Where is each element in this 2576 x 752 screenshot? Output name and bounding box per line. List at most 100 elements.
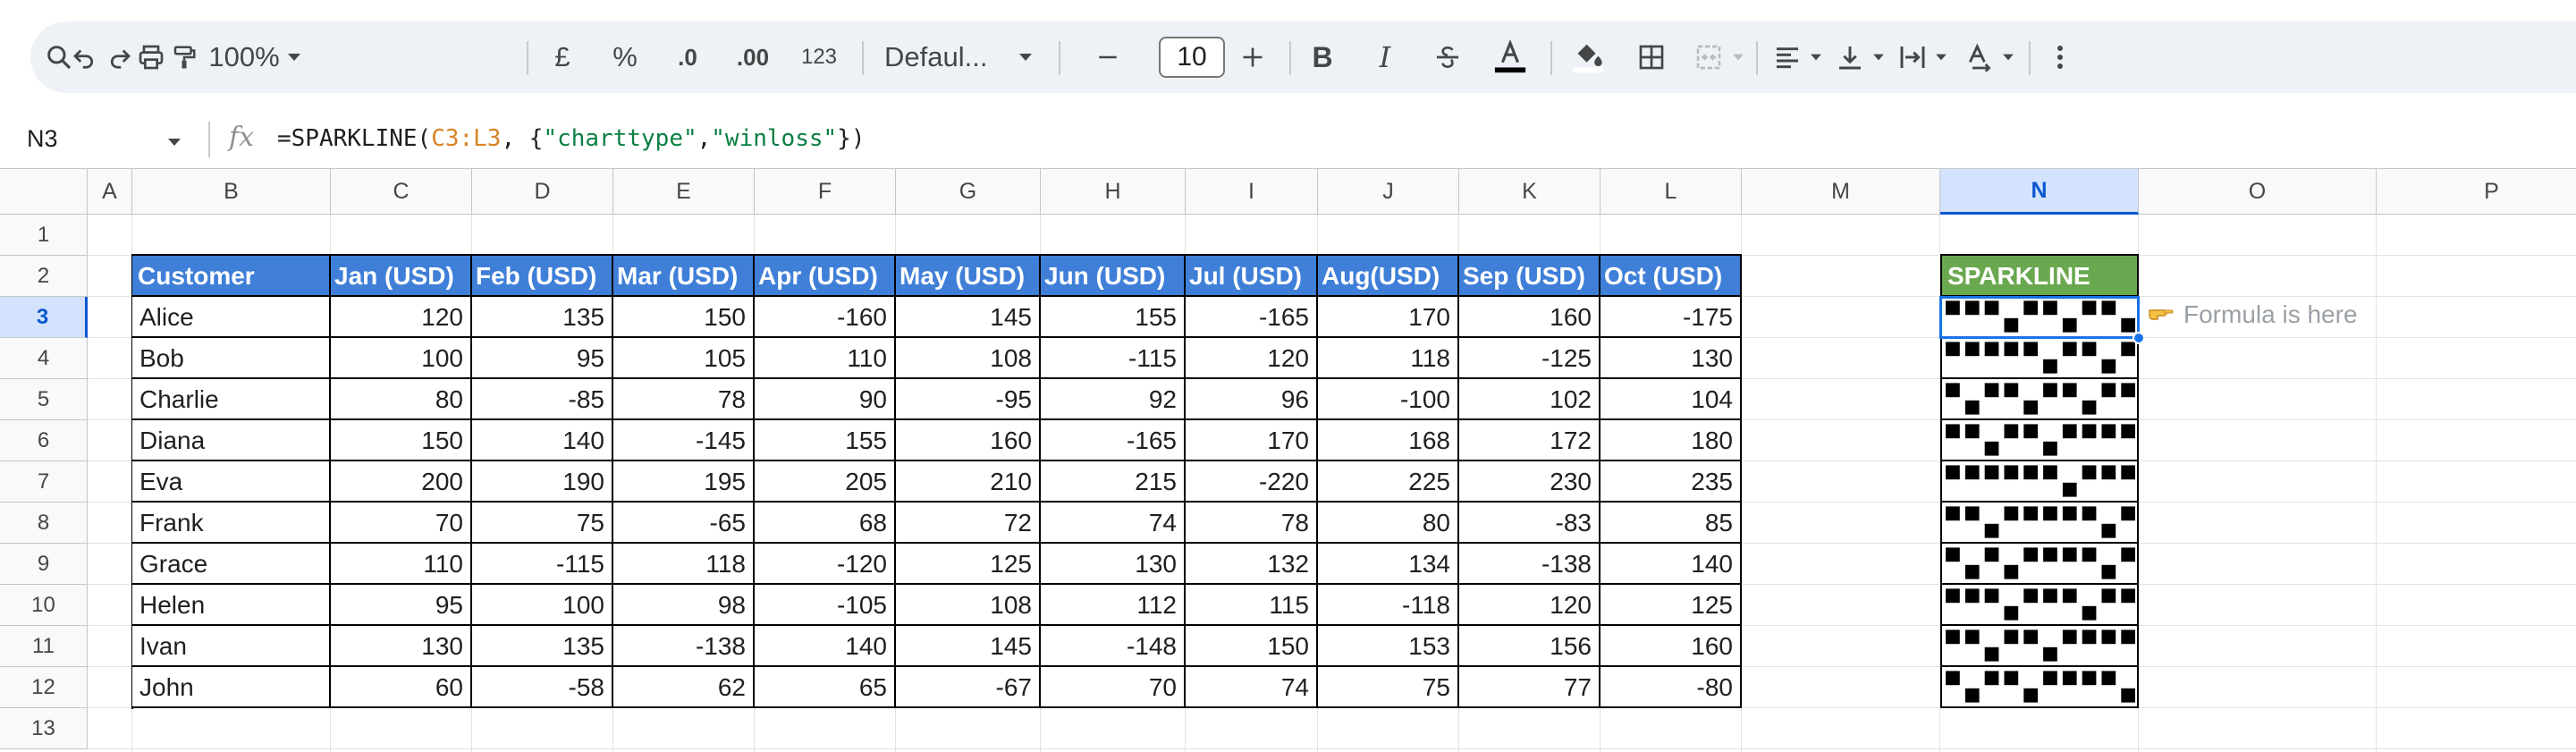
value-cell[interactable]: 160 <box>1600 626 1742 667</box>
row-header-5[interactable]: 5 <box>0 379 88 420</box>
value-cell[interactable]: -138 <box>613 626 755 667</box>
value-cell[interactable]: 90 <box>755 379 896 420</box>
value-cell[interactable]: -175 <box>1600 297 1742 338</box>
column-header-a[interactable]: A <box>88 168 132 215</box>
value-cell[interactable]: 75 <box>1318 667 1459 708</box>
value-cell[interactable]: -85 <box>472 379 613 420</box>
value-cell[interactable]: 210 <box>896 461 1041 503</box>
value-cell[interactable]: 110 <box>331 544 472 585</box>
value-cell[interactable]: -120 <box>755 544 896 585</box>
value-cell[interactable]: 105 <box>613 338 755 379</box>
row-header-2[interactable]: 2 <box>0 256 88 297</box>
column-header-j[interactable]: J <box>1318 168 1459 215</box>
value-cell[interactable]: 110 <box>755 338 896 379</box>
value-cell[interactable]: 78 <box>1186 503 1318 544</box>
column-title-cell[interactable]: Mar (USD) <box>613 256 755 297</box>
chevron-down-icon[interactable] <box>1930 21 1952 93</box>
value-cell[interactable]: -118 <box>1318 585 1459 626</box>
value-cell[interactable]: -100 <box>1318 379 1459 420</box>
column-title-cell[interactable]: Customer <box>132 256 331 297</box>
customer-name-cell[interactable]: John <box>132 667 331 708</box>
value-cell[interactable]: -95 <box>896 379 1041 420</box>
select-all-corner[interactable] <box>0 168 88 215</box>
customer-name-cell[interactable]: Charlie <box>132 379 331 420</box>
value-cell[interactable]: 140 <box>755 626 896 667</box>
value-cell[interactable]: 150 <box>1186 626 1318 667</box>
number-format-button[interactable]: 123 <box>792 21 846 93</box>
column-header-o[interactable]: O <box>2139 168 2377 215</box>
column-title-cell[interactable]: Oct (USD) <box>1600 256 1742 297</box>
value-cell[interactable]: 80 <box>331 379 472 420</box>
value-cell[interactable]: 180 <box>1600 420 1742 461</box>
customer-name-cell[interactable]: Diana <box>132 420 331 461</box>
row-header-11[interactable]: 11 <box>0 626 88 667</box>
value-cell[interactable]: -58 <box>472 667 613 708</box>
value-cell[interactable]: 70 <box>331 503 472 544</box>
value-cell[interactable]: 170 <box>1186 420 1318 461</box>
column-header-c[interactable]: C <box>331 168 472 215</box>
value-cell[interactable]: 68 <box>755 503 896 544</box>
minus-icon[interactable] <box>1085 21 1130 93</box>
value-cell[interactable]: 215 <box>1041 461 1186 503</box>
column-title-cell[interactable]: Feb (USD) <box>472 256 613 297</box>
value-cell[interactable]: 104 <box>1600 379 1742 420</box>
value-cell[interactable]: -148 <box>1041 626 1186 667</box>
chevron-down-icon[interactable] <box>1868 21 1889 93</box>
value-cell[interactable]: 100 <box>472 585 613 626</box>
sparkline-cell[interactable] <box>1940 667 2139 708</box>
column-header-n[interactable]: N <box>1940 168 2139 215</box>
row-header-4[interactable]: 4 <box>0 338 88 379</box>
font-select[interactable]: Defaul... <box>884 21 1009 93</box>
customer-name-cell[interactable]: Eva <box>132 461 331 503</box>
column-title-cell[interactable]: Jul (USD) <box>1186 256 1318 297</box>
print-icon[interactable] <box>133 21 169 93</box>
value-cell[interactable]: 155 <box>1041 297 1186 338</box>
zoom-select[interactable]: 100% <box>207 21 281 93</box>
column-title-cell[interactable]: Jun (USD) <box>1041 256 1186 297</box>
column-title-cell[interactable]: Sep (USD) <box>1459 256 1600 297</box>
value-cell[interactable]: 95 <box>331 585 472 626</box>
value-cell[interactable]: 108 <box>896 585 1041 626</box>
value-cell[interactable]: 125 <box>896 544 1041 585</box>
value-cell[interactable]: 80 <box>1318 503 1459 544</box>
undo-icon[interactable] <box>66 21 102 93</box>
chevron-down-icon[interactable] <box>1997 21 2019 93</box>
sparkline-cell[interactable] <box>1940 544 2139 585</box>
value-cell[interactable]: -165 <box>1041 420 1186 461</box>
value-cell[interactable]: 102 <box>1459 379 1600 420</box>
redo-icon[interactable] <box>102 21 138 93</box>
value-cell[interactable]: 112 <box>1041 585 1186 626</box>
value-cell[interactable]: 190 <box>472 461 613 503</box>
value-cell[interactable]: 230 <box>1459 461 1600 503</box>
value-cell[interactable]: 130 <box>1600 338 1742 379</box>
column-header-h[interactable]: H <box>1041 168 1186 215</box>
value-cell[interactable]: -83 <box>1459 503 1600 544</box>
value-cell[interactable]: 78 <box>613 379 755 420</box>
value-cell[interactable]: 85 <box>1600 503 1742 544</box>
sparkline-cell[interactable] <box>1940 379 2139 420</box>
value-cell[interactable]: -125 <box>1459 338 1600 379</box>
percent-button[interactable]: % <box>607 21 643 93</box>
value-cell[interactable]: 140 <box>1600 544 1742 585</box>
value-cell[interactable]: 235 <box>1600 461 1742 503</box>
column-header-l[interactable]: L <box>1600 168 1742 215</box>
decrease-decimal-button[interactable]: .0 <box>665 21 710 93</box>
value-cell[interactable]: 77 <box>1459 667 1600 708</box>
value-cell[interactable]: 95 <box>472 338 613 379</box>
customer-name-cell[interactable]: Grace <box>132 544 331 585</box>
sparkline-cell[interactable] <box>1940 626 2139 667</box>
row-header-7[interactable]: 7 <box>0 461 88 503</box>
column-header-g[interactable]: G <box>896 168 1041 215</box>
value-cell[interactable]: 200 <box>331 461 472 503</box>
value-cell[interactable]: 168 <box>1318 420 1459 461</box>
value-cell[interactable]: 100 <box>331 338 472 379</box>
paint-format-icon[interactable] <box>166 21 202 93</box>
value-cell[interactable]: 96 <box>1186 379 1318 420</box>
value-cell[interactable]: -115 <box>472 544 613 585</box>
chevron-down-icon[interactable] <box>1805 21 1827 93</box>
currency-button[interactable]: £ <box>545 21 580 93</box>
value-cell[interactable]: 75 <box>472 503 613 544</box>
plus-icon[interactable] <box>1230 21 1275 93</box>
text-wrap-icon[interactable] <box>1890 21 1935 93</box>
value-cell[interactable]: 150 <box>613 297 755 338</box>
